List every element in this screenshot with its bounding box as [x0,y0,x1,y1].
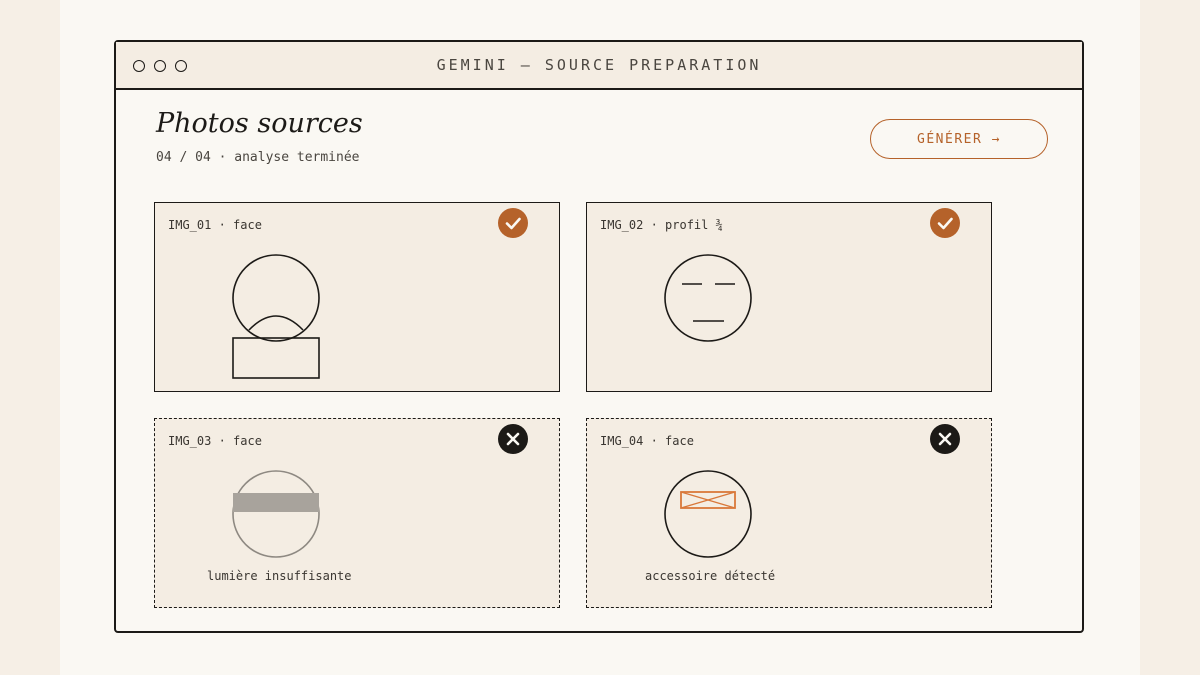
portrait-illustration-sad-face [232,254,320,379]
generate-button[interactable]: GÉNÉRER → [870,119,1048,159]
page-subtitle: 04 / 04 · analyse terminée [156,150,360,165]
window-title: GEMINI — SOURCE PREPARATION [436,56,762,74]
rejection-reason: accessoire détecté [645,569,776,583]
photo-card-2[interactable]: IMG_02 · profil ¾ [586,202,992,392]
app-window: GEMINI — SOURCE PREPARATION Photos sourc… [114,40,1084,633]
photo-card-1[interactable]: IMG_01 · face [154,202,560,392]
rejection-reason: lumière insuffisante [207,569,352,583]
photo-card-4[interactable]: IMG_04 · face accessoire détecté [586,418,992,608]
page-title: Photos sources [156,108,363,139]
window-titlebar: GEMINI — SOURCE PREPARATION [116,42,1082,90]
photo-card-3[interactable]: IMG_03 · face lumière insuffisante [154,418,560,608]
portrait-illustration-neutral-face [664,254,752,342]
